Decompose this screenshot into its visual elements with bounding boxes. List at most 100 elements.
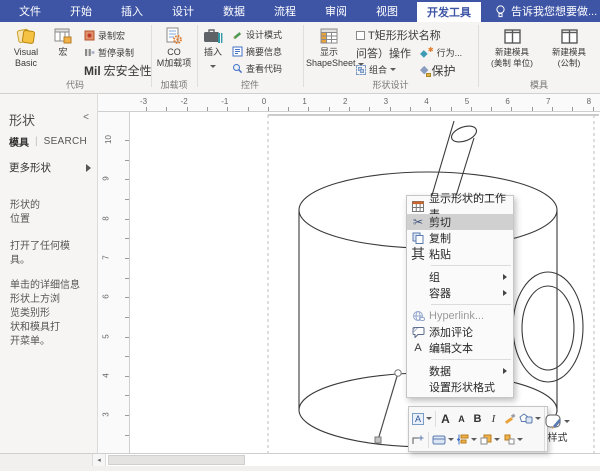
group-command-button[interactable]: 组合 [356, 63, 396, 76]
panel-note-1: 形状的 位置 [10, 199, 93, 227]
visual-basic-icon [4, 25, 48, 47]
container-icon [432, 435, 446, 445]
dropdown-arrow-icon [517, 438, 523, 441]
protection-button[interactable]: ◆ 保护 [420, 62, 455, 79]
align-icon [457, 434, 469, 445]
insert-control-button[interactable]: 插入 [199, 25, 227, 71]
h-ruler-number: 2 [343, 97, 347, 106]
bring-forward-button[interactable] [480, 431, 500, 448]
shape-name-checkbox[interactable]: T矩形形状名称 [356, 27, 441, 43]
h-ruler-tick [390, 107, 391, 111]
menu-item-cut[interactable]: ✂ 剪切 [407, 214, 513, 230]
menu-item-label: Hyperlink... [429, 310, 484, 322]
grow-font-button[interactable]: A [439, 410, 452, 427]
container-button[interactable] [432, 431, 454, 448]
h-ruler-tick [187, 107, 188, 111]
menu-item-paste[interactable]: 其 粘贴 [407, 246, 513, 262]
summary-info-button[interactable]: 摘要信息 [232, 45, 282, 58]
group-label-addins: 加载项 [151, 78, 197, 91]
bring-forward-icon [480, 434, 492, 445]
context-menu: 显示形状的工作表 ✂ 剪切 复制 其 粘贴 组 容器 Hyperlink... … [406, 195, 514, 398]
new-stencil-metric-button[interactable]: 新建模具 (公制) [543, 25, 595, 69]
h-ruler-tick [349, 107, 350, 111]
menu-separator [431, 359, 511, 360]
macro-security-label: 宏安全性 [104, 62, 152, 79]
connector-button[interactable] [412, 431, 425, 448]
menu-item-add-comment[interactable]: 添加评论 [407, 324, 513, 340]
lightbulb-icon [495, 5, 506, 18]
summary-info-label: 摘要信息 [246, 45, 282, 58]
collapse-panel-button[interactable]: < [83, 112, 89, 123]
briefcase-icon [199, 25, 227, 47]
tab-design[interactable]: 设计 [162, 0, 204, 22]
tell-me-box[interactable]: 告诉我您想要做... [495, 0, 597, 22]
selected-line [378, 373, 398, 440]
menu-item-label: 编辑文本 [429, 340, 473, 356]
panel-note-3: 单击的详细信息 形状上方浏 览类别形 状和模具打 开菜单。 [10, 279, 93, 349]
tab-review[interactable]: 审阅 [315, 0, 357, 22]
menu-item-hyperlink[interactable]: Hyperlink... [407, 308, 513, 324]
behavior-button[interactable]: ◆✱ 行为... [420, 46, 462, 59]
view-code-button[interactable]: 查看代码 [232, 62, 282, 75]
menu-item-container[interactable]: 容器 [407, 285, 513, 301]
h-ruler-tick [593, 107, 594, 111]
tab-data[interactable]: 数据 [213, 0, 255, 22]
new-stencil-metric-label-2: (公制) [543, 58, 595, 69]
style-button[interactable]: 样式 [544, 407, 570, 451]
v-ruler-tick [125, 238, 129, 239]
tab-home[interactable]: 开始 [60, 0, 102, 22]
scrollbar-thumb[interactable] [108, 455, 245, 465]
toolbar-separator [428, 432, 429, 448]
v-ruler-tick [125, 395, 129, 396]
tab-search[interactable]: SEARCH [44, 136, 87, 147]
bold-button[interactable]: B [471, 410, 484, 427]
tab-insert[interactable]: 插入 [111, 0, 153, 22]
drawing-canvas[interactable] [130, 112, 600, 453]
tab-stencils[interactable]: 模具 [9, 134, 29, 149]
menu-item-label: 容器 [429, 285, 451, 301]
format-painter-button[interactable] [503, 410, 516, 427]
design-mode-button[interactable]: 设计模式 [232, 28, 282, 41]
show-shapesheet-button[interactable]: 显示 ShapeSheet [306, 25, 352, 69]
com-addins-button[interactable]: CO M加载项 [153, 25, 195, 69]
visual-basic-button[interactable]: Visual Basic [4, 25, 48, 69]
menu-item-data[interactable]: 数据 [407, 363, 513, 379]
menu-item-group[interactable]: 组 [407, 269, 513, 285]
group-button[interactable] [503, 431, 523, 448]
h-ruler-number: 0 [262, 97, 266, 106]
submenu-arrow-icon [503, 368, 507, 374]
menu-item-show-shapesheet[interactable]: 显示形状的工作表 [407, 198, 513, 214]
menu-item-format-shape[interactable]: 设置形状格式 [407, 379, 513, 395]
menu-item-edit-text[interactable]: A 编辑文本 [407, 340, 513, 356]
v-ruler-tick [125, 376, 129, 377]
horizontal-scrollbar: ◂ [0, 453, 600, 466]
tab-process[interactable]: 流程 [264, 0, 306, 22]
macro-security-button[interactable]: Mil 宏安全性 [84, 62, 152, 79]
record-macro-button[interactable]: 录制宏 [84, 29, 125, 42]
h-ruler-number: -2 [181, 97, 188, 106]
pause-recording-button[interactable]: 暂停录制 [84, 46, 134, 59]
tab-file[interactable]: 文件 [9, 0, 51, 22]
paste-icon: 其 [407, 244, 429, 264]
align-button[interactable] [457, 431, 477, 448]
tab-view[interactable]: 视图 [366, 0, 408, 22]
more-shapes-button[interactable]: 更多形状 [9, 160, 91, 175]
h-ruler-number: 3 [384, 97, 388, 106]
new-stencil-us-button[interactable]: 新建模具 (美制 单位) [486, 25, 538, 69]
chevron-right-icon [85, 164, 91, 172]
dropdown-arrow-icon [471, 438, 477, 441]
operations-button[interactable]: 问答）操作 [356, 45, 411, 61]
shrink-font-button[interactable]: A [455, 410, 468, 427]
scroll-left-button[interactable]: ◂ [93, 454, 106, 466]
h-ruler-number: -3 [140, 97, 147, 106]
v-ruler-tick [125, 356, 129, 357]
window-bottom-edge [0, 466, 600, 471]
tab-developer[interactable]: 开发工具 [417, 2, 481, 22]
v-ruler-tick [125, 258, 129, 259]
macros-button[interactable]: 宏 [48, 25, 78, 58]
italic-button[interactable]: I [487, 410, 500, 427]
shape-fill-button[interactable] [519, 410, 541, 427]
new-stencil-us-label-1: 新建模具 [486, 47, 538, 58]
shapes-icon [519, 413, 533, 425]
text-style-button[interactable]: A [412, 410, 432, 427]
